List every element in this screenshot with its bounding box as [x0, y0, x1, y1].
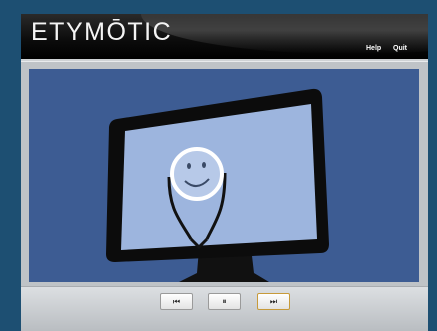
video-frame — [21, 61, 428, 296]
help-link[interactable]: Help — [366, 45, 381, 52]
playback-controls: ⏮ ⏸ ⏭ — [21, 286, 428, 331]
rewind-icon: ⏮ — [172, 296, 181, 306]
rewind-button[interactable]: ⏮ — [160, 293, 193, 310]
monitor-illustration — [106, 88, 329, 282]
pause-button[interactable]: ⏸ — [208, 293, 241, 310]
smiley-face — [170, 147, 224, 201]
forward-icon: ⏭ — [269, 296, 278, 306]
app-window: ETYMŌTIC Help Quit ⏮ ⏸ ⏭ — [21, 14, 428, 331]
pause-icon: ⏸ — [222, 296, 227, 306]
etymotic-logo: ETYMŌTIC — [31, 18, 173, 46]
header-sheen — [141, 14, 428, 54]
forward-button[interactable]: ⏭ — [257, 293, 290, 310]
header-bar: ETYMŌTIC Help Quit — [21, 14, 428, 59]
quit-link[interactable]: Quit — [393, 45, 407, 52]
video-stage — [29, 69, 419, 282]
